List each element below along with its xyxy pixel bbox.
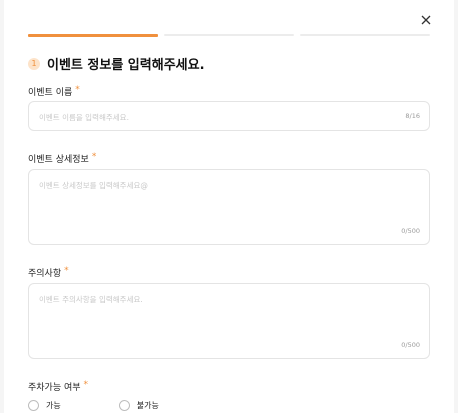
notice-textarea[interactable]: 이벤트 주의사항을 입력해주세요. 0/500 xyxy=(28,283,430,359)
event-name-label-text: 이벤트 이름 xyxy=(28,88,73,98)
event-name-label: 이벤트 이름 * xyxy=(28,85,80,98)
progress-segment-1 xyxy=(28,34,158,37)
event-detail-char-counter: 0/500 xyxy=(401,227,420,235)
close-button[interactable] xyxy=(418,12,434,28)
event-name-input[interactable]: 이벤트 이름을 입력해주세요. 8/16 xyxy=(28,101,430,131)
progress-segment-3 xyxy=(300,34,430,36)
event-detail-label: 이벤트 상세정보 * xyxy=(28,152,96,165)
event-detail-textarea[interactable]: 이벤트 상세정보를 입력해주세요@ 0/500 xyxy=(28,169,430,245)
parking-radio-group: 가능 불가능 xyxy=(28,400,159,411)
required-mark: * xyxy=(91,152,97,162)
notice-char-counter: 0/500 xyxy=(401,341,420,349)
parking-label: 주차가능 여부 * xyxy=(28,380,88,393)
parking-option-available-label: 가능 xyxy=(46,401,61,410)
parking-option-unavailable[interactable]: 불가능 xyxy=(118,400,159,411)
notice-label-text: 주의사항 xyxy=(28,269,62,279)
notice-label: 주의사항 * xyxy=(28,266,69,279)
step-progress-bar xyxy=(28,34,430,37)
event-name-char-counter: 8/16 xyxy=(405,112,420,120)
parking-label-text: 주차가능 여부 xyxy=(28,383,81,393)
progress-segment-2 xyxy=(164,34,294,36)
event-name-placeholder: 이벤트 이름을 입력해주세요. xyxy=(39,113,129,122)
step-title: 이벤트 정보를 입력해주세요. xyxy=(47,58,205,73)
required-mark: * xyxy=(75,85,80,95)
radio-button[interactable] xyxy=(118,400,130,411)
event-detail-placeholder: 이벤트 상세정보를 입력해주세요@ xyxy=(39,181,148,190)
required-mark: * xyxy=(83,380,89,390)
step-number-badge: 1 xyxy=(28,57,40,70)
step-heading: 1 이벤트 정보를 입력해주세요. xyxy=(28,54,205,73)
parking-option-unavailable-label: 불가능 xyxy=(136,401,159,410)
event-detail-label-text: 이벤트 상세정보 xyxy=(28,155,89,165)
event-info-modal: 1 이벤트 정보를 입력해주세요. 이벤트 이름 * 이벤트 이름을 입력해주세… xyxy=(4,0,454,413)
notice-placeholder: 이벤트 주의사항을 입력해주세요. xyxy=(39,295,143,304)
parking-option-available[interactable]: 가능 xyxy=(28,400,61,411)
radio-button[interactable] xyxy=(28,400,39,411)
required-mark: * xyxy=(64,266,69,276)
close-icon xyxy=(421,15,431,25)
